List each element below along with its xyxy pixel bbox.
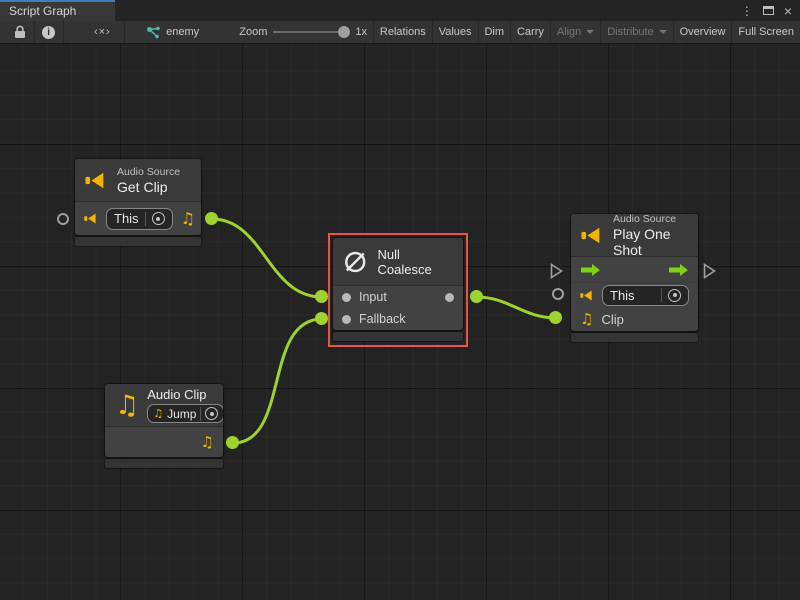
object-picker-icon[interactable]: [668, 289, 681, 302]
audio-source-port-icon: [84, 212, 98, 225]
port-audioclip-output-connected[interactable]: [226, 436, 239, 449]
this-object-field[interactable]: This: [602, 285, 689, 306]
node-category: Audio Source: [117, 166, 180, 178]
audio-source-icon: [581, 226, 603, 245]
port-playoneshot-this-unconnected[interactable]: [552, 288, 564, 300]
port-getclip-output-connected[interactable]: [205, 212, 218, 225]
node-title: Null Coalesce: [377, 247, 453, 277]
overview-button[interactable]: Overview: [674, 21, 732, 43]
object-picker-icon[interactable]: [205, 407, 218, 420]
node-footer: [333, 332, 463, 341]
node-title: Get Clip: [117, 179, 180, 195]
dim-button[interactable]: Dim: [478, 21, 510, 43]
lock-icon: [14, 25, 26, 39]
values-button[interactable]: Values: [433, 21, 478, 43]
fullscreen-button[interactable]: Full Screen: [732, 21, 800, 43]
port-nullcoalesce-result-connected[interactable]: [470, 290, 483, 303]
node-null-coalesce[interactable]: Null Coalesce Input Fallback: [333, 238, 463, 341]
graph-breadcrumb[interactable]: enemy: [140, 21, 205, 43]
audio-clip-mini-icon: ♫: [153, 408, 163, 419]
chevron-down-icon: [659, 30, 667, 34]
fallback-port-dot[interactable]: [342, 315, 351, 324]
node-audio-clip[interactable]: ♫ Audio Clip ♫ Jump ♫: [105, 384, 223, 468]
audio-clip-port-icon: ♫: [580, 312, 593, 327]
close-icon[interactable]: ×: [784, 4, 792, 18]
carry-button[interactable]: Carry: [511, 21, 550, 43]
align-button[interactable]: Align: [551, 21, 600, 43]
node-play-one-shot[interactable]: Audio Source Play One Shot: [571, 214, 698, 342]
node-title: Play One Shot: [613, 226, 688, 258]
window-menu-icon[interactable]: ⋮: [741, 5, 753, 17]
zoom-label: Zoom: [239, 26, 267, 38]
info-icon: i: [42, 26, 55, 39]
graph-canvas[interactable]: Audio Source Get Clip This ♫: [0, 44, 800, 600]
wire-getclip-to-input[interactable]: [212, 219, 322, 297]
code-view-button[interactable]: ‹×›: [80, 21, 124, 43]
node-get-clip[interactable]: Audio Source Get Clip This ♫: [75, 159, 201, 246]
wire-audioclip-to-fallback[interactable]: [233, 319, 322, 443]
zoom-slider[interactable]: [269, 21, 349, 43]
port-playoneshot-clip-connected[interactable]: [549, 311, 562, 324]
distribute-button[interactable]: Distribute: [601, 21, 672, 43]
wire-result-to-clip[interactable]: [477, 297, 556, 318]
tab-bar: Script Graph ⋮ ×: [0, 0, 800, 21]
audio-clip-output-icon: ♫: [201, 435, 214, 450]
graph-toolbar: i ‹×› enemy Zoom 1x R: [0, 21, 800, 44]
tabstrip-spacer: [115, 0, 741, 21]
selection-outline: Null Coalesce Input Fallback: [328, 233, 468, 347]
zoom-group: Zoom: [233, 21, 269, 43]
node-footer: [105, 459, 223, 468]
audio-clip-port-icon: ♫: [181, 211, 195, 227]
port-getclip-this-unconnected[interactable]: [57, 213, 69, 225]
port-playoneshot-control-in[interactable]: [550, 263, 563, 279]
object-picker-icon[interactable]: [152, 212, 165, 225]
control-input-arrow-icon[interactable]: [580, 263, 601, 277]
chevron-down-icon: [586, 30, 594, 34]
zoom-value: 1x: [349, 21, 373, 43]
tab-script-graph[interactable]: Script Graph: [0, 0, 115, 21]
node-footer: [571, 333, 698, 342]
info-button[interactable]: i: [35, 21, 63, 43]
port-nullcoalesce-input-connected[interactable]: [315, 290, 328, 303]
null-coalesce-icon: [343, 249, 367, 275]
active-tab-accent: [0, 0, 115, 2]
graph-name: enemy: [166, 26, 199, 38]
node-title: Audio Clip: [147, 387, 223, 402]
this-object-field[interactable]: This: [106, 208, 173, 230]
node-footer: [75, 237, 201, 246]
zoom-slider-track[interactable]: [273, 31, 345, 33]
audio-source-icon: [85, 171, 107, 190]
clip-object-field[interactable]: ♫ Jump: [147, 404, 223, 423]
node-category: Audio Source: [613, 214, 688, 225]
graph-icon: [146, 26, 161, 39]
lock-button[interactable]: [6, 21, 34, 43]
audio-source-port-icon: [580, 289, 594, 302]
tab-title: Script Graph: [9, 4, 76, 18]
input-port-dot[interactable]: [342, 293, 351, 302]
code-icon: ‹×›: [94, 26, 111, 38]
result-port-dot[interactable]: [445, 293, 454, 302]
control-output-arrow-icon[interactable]: [668, 263, 689, 277]
unity-script-graph-window: Script Graph ⋮ × i ‹×›: [0, 0, 800, 600]
maximize-icon[interactable]: [763, 6, 774, 15]
relations-button[interactable]: Relations: [374, 21, 432, 43]
port-playoneshot-control-out[interactable]: [703, 263, 716, 279]
audio-clip-icon: ♫: [115, 392, 139, 419]
port-nullcoalesce-fallback-connected[interactable]: [315, 312, 328, 325]
